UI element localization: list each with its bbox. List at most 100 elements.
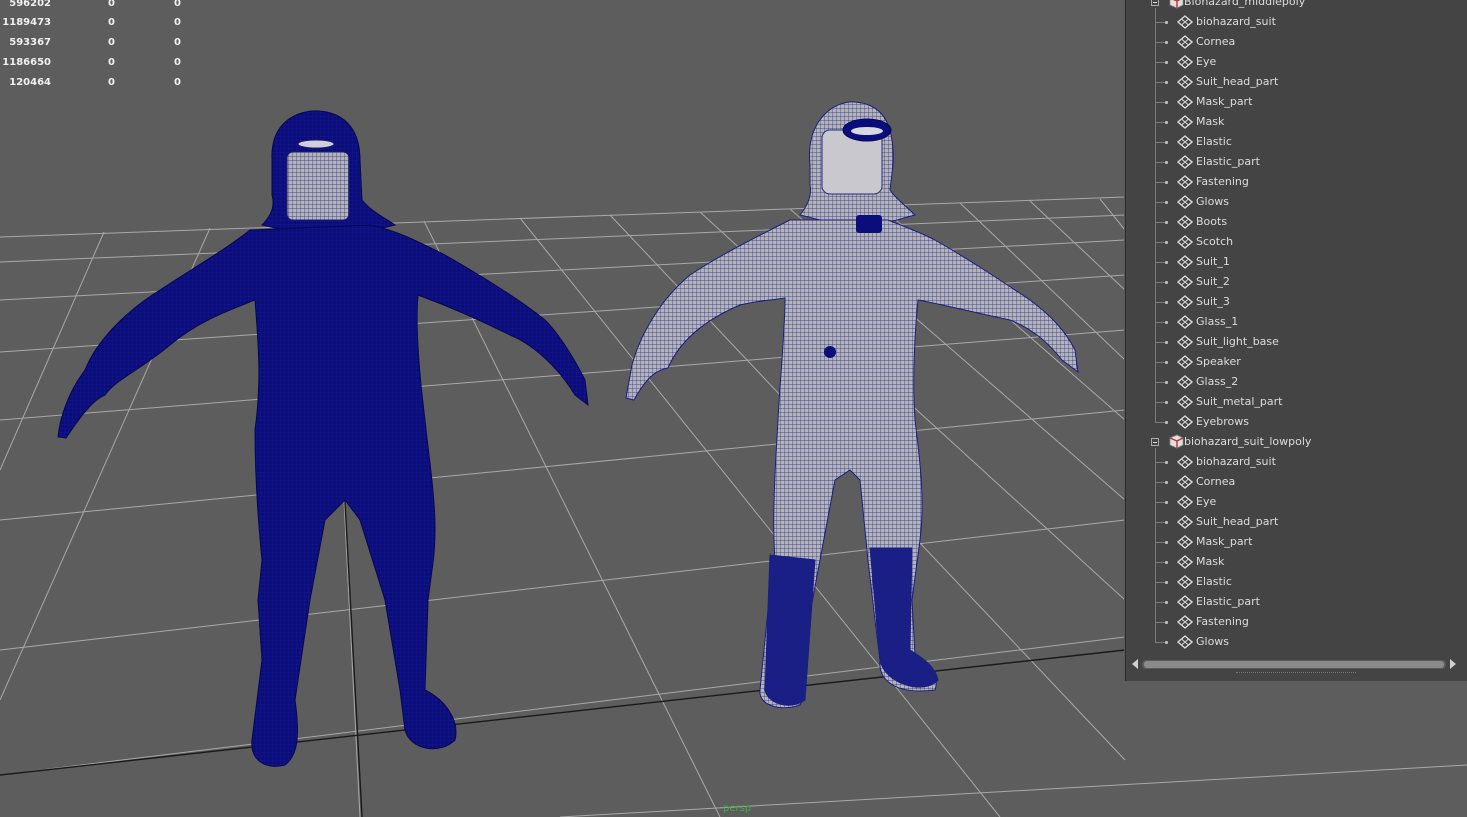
outliner-item[interactable]: Speaker	[1126, 352, 1467, 372]
scroll-left-icon[interactable]	[1132, 659, 1138, 669]
outliner-item-label: Speaker	[1196, 355, 1241, 368]
outliner-item[interactable]: Mask_part	[1126, 532, 1467, 552]
outliner-item[interactable]: Mask	[1126, 112, 1467, 132]
tree-connector	[1155, 562, 1165, 563]
mesh-icon	[1176, 195, 1194, 209]
tree-connector	[1155, 142, 1165, 143]
outliner-item[interactable]: Elastic	[1126, 132, 1467, 152]
outliner-list[interactable]: Biohazard_middlepoly biohazard_suit Cornea…	[1126, 0, 1467, 654]
outliner-group-row[interactable]: Biohazard_middlepoly	[1126, 0, 1467, 12]
mesh-icon	[1176, 75, 1194, 89]
outliner-item-label: Elastic	[1196, 575, 1232, 588]
outliner-item-label: Fastening	[1196, 175, 1249, 188]
tree-connector	[1155, 502, 1165, 503]
collapse-toggle-icon[interactable]	[1151, 0, 1159, 6]
outliner-item-label: Glows	[1196, 195, 1230, 208]
hud-row: 596202 0 0	[0, 0, 200, 10]
outliner-item[interactable]: Suit_2	[1126, 272, 1467, 292]
outliner-item[interactable]: Glows	[1126, 632, 1467, 652]
outliner-item-label: Eye	[1196, 495, 1217, 508]
collapse-toggle-icon[interactable]	[1151, 438, 1159, 446]
outliner-group-row[interactable]: biohazard_suit_lowpoly	[1126, 432, 1467, 452]
outliner-item[interactable]: Cornea	[1126, 472, 1467, 492]
outliner-item[interactable]: Mask	[1126, 552, 1467, 572]
tree-connector	[1155, 362, 1165, 363]
outliner-item[interactable]: Elastic	[1126, 572, 1467, 592]
mesh-icon	[1176, 355, 1194, 369]
outliner-item[interactable]: Suit_3	[1126, 292, 1467, 312]
tree-connector	[1155, 22, 1165, 23]
outliner-item[interactable]: Suit_head_part	[1126, 512, 1467, 532]
outliner-panel[interactable]: Biohazard_middlepoly biohazard_suit Cornea…	[1125, 0, 1467, 681]
outliner-item[interactable]: biohazard_suit	[1126, 12, 1467, 32]
scroll-right-icon[interactable]	[1450, 659, 1456, 669]
hud-row: 593367 0 0	[0, 37, 200, 49]
outliner-item[interactable]: Elastic_part	[1126, 592, 1467, 612]
tree-connector	[1155, 302, 1165, 303]
outliner-item[interactable]: Suit_1	[1126, 252, 1467, 272]
outliner-item-label: Mask_part	[1196, 535, 1253, 548]
outliner-item[interactable]: Suit_light_base	[1126, 332, 1467, 352]
tree-connector	[1155, 422, 1165, 423]
outliner-item[interactable]: biohazard_suit	[1126, 452, 1467, 472]
tree-node-dot	[1165, 541, 1168, 544]
resize-grip[interactable]	[1236, 672, 1356, 675]
outliner-item[interactable]: Boots	[1126, 212, 1467, 232]
outliner-item[interactable]: Eyebrows	[1126, 412, 1467, 432]
mesh-icon	[1176, 335, 1194, 349]
hud-value: 593367	[9, 37, 51, 48]
mesh-icon	[1176, 495, 1194, 509]
mesh-icon	[1176, 155, 1194, 169]
hud-value: 0	[108, 77, 115, 88]
outliner-item[interactable]: Glass_2	[1126, 372, 1467, 392]
tree-connector	[1155, 82, 1165, 83]
group-transform-icon	[1168, 0, 1184, 9]
outliner-item-label: Eye	[1196, 55, 1217, 68]
outliner-item[interactable]: Eye	[1126, 492, 1467, 512]
hud-value: 0	[108, 17, 115, 28]
outliner-item[interactable]: Glows	[1126, 192, 1467, 212]
horizontal-scrollbar[interactable]	[1132, 658, 1462, 670]
mesh-icon	[1176, 635, 1194, 649]
hud-value: 0	[174, 77, 181, 88]
tree-connector	[1155, 462, 1165, 463]
outliner-item[interactable]: Glass_1	[1126, 312, 1467, 332]
outliner-item-label: Mask	[1196, 115, 1225, 128]
tree-connector	[1155, 222, 1165, 223]
outliner-item[interactable]: Scotch	[1126, 232, 1467, 252]
outliner-item[interactable]: Mask_part	[1126, 92, 1467, 112]
outliner-item-label: Suit_head_part	[1196, 75, 1279, 88]
tree-node-dot	[1165, 621, 1168, 624]
outliner-item[interactable]: Suit_head_part	[1126, 72, 1467, 92]
outliner-item[interactable]: Fastening	[1126, 172, 1467, 192]
outliner-item[interactable]: Cornea	[1126, 32, 1467, 52]
outliner-item-label: Boots	[1196, 215, 1228, 228]
outliner-item[interactable]: Fastening	[1126, 612, 1467, 632]
hud-row: 1189473 0 0	[0, 17, 200, 29]
camera-label: persp	[723, 803, 752, 814]
outliner-item-label: Eyebrows	[1196, 415, 1249, 428]
mesh-icon	[1176, 575, 1194, 589]
tree-node-dot	[1165, 481, 1168, 484]
scrollbar-thumb[interactable]	[1144, 661, 1444, 668]
tree-node-dot	[1165, 461, 1168, 464]
outliner-item-label: Mask	[1196, 555, 1225, 568]
tree-node-dot	[1165, 381, 1168, 384]
tree-connector	[1155, 582, 1165, 583]
tree-connector	[1155, 182, 1165, 183]
outliner-item-label: Elastic_part	[1196, 595, 1260, 608]
outliner-group-label: Biohazard_middlepoly	[1184, 0, 1306, 8]
outliner-item-label: Fastening	[1196, 615, 1249, 628]
outliner-item[interactable]: Elastic_part	[1126, 152, 1467, 172]
outliner-item-label: Suit_2	[1196, 275, 1230, 288]
outliner-item-label: Glass_2	[1196, 375, 1239, 388]
group-transform-icon	[1168, 434, 1184, 449]
tree-branch-line	[1155, 448, 1156, 642]
outliner-item[interactable]: Suit_metal_part	[1126, 392, 1467, 412]
tree-connector	[1155, 242, 1165, 243]
tree-connector	[1155, 282, 1165, 283]
tree-connector	[1155, 542, 1165, 543]
mesh-icon	[1176, 475, 1194, 489]
tree-connector	[1155, 262, 1165, 263]
outliner-item[interactable]: Eye	[1126, 52, 1467, 72]
